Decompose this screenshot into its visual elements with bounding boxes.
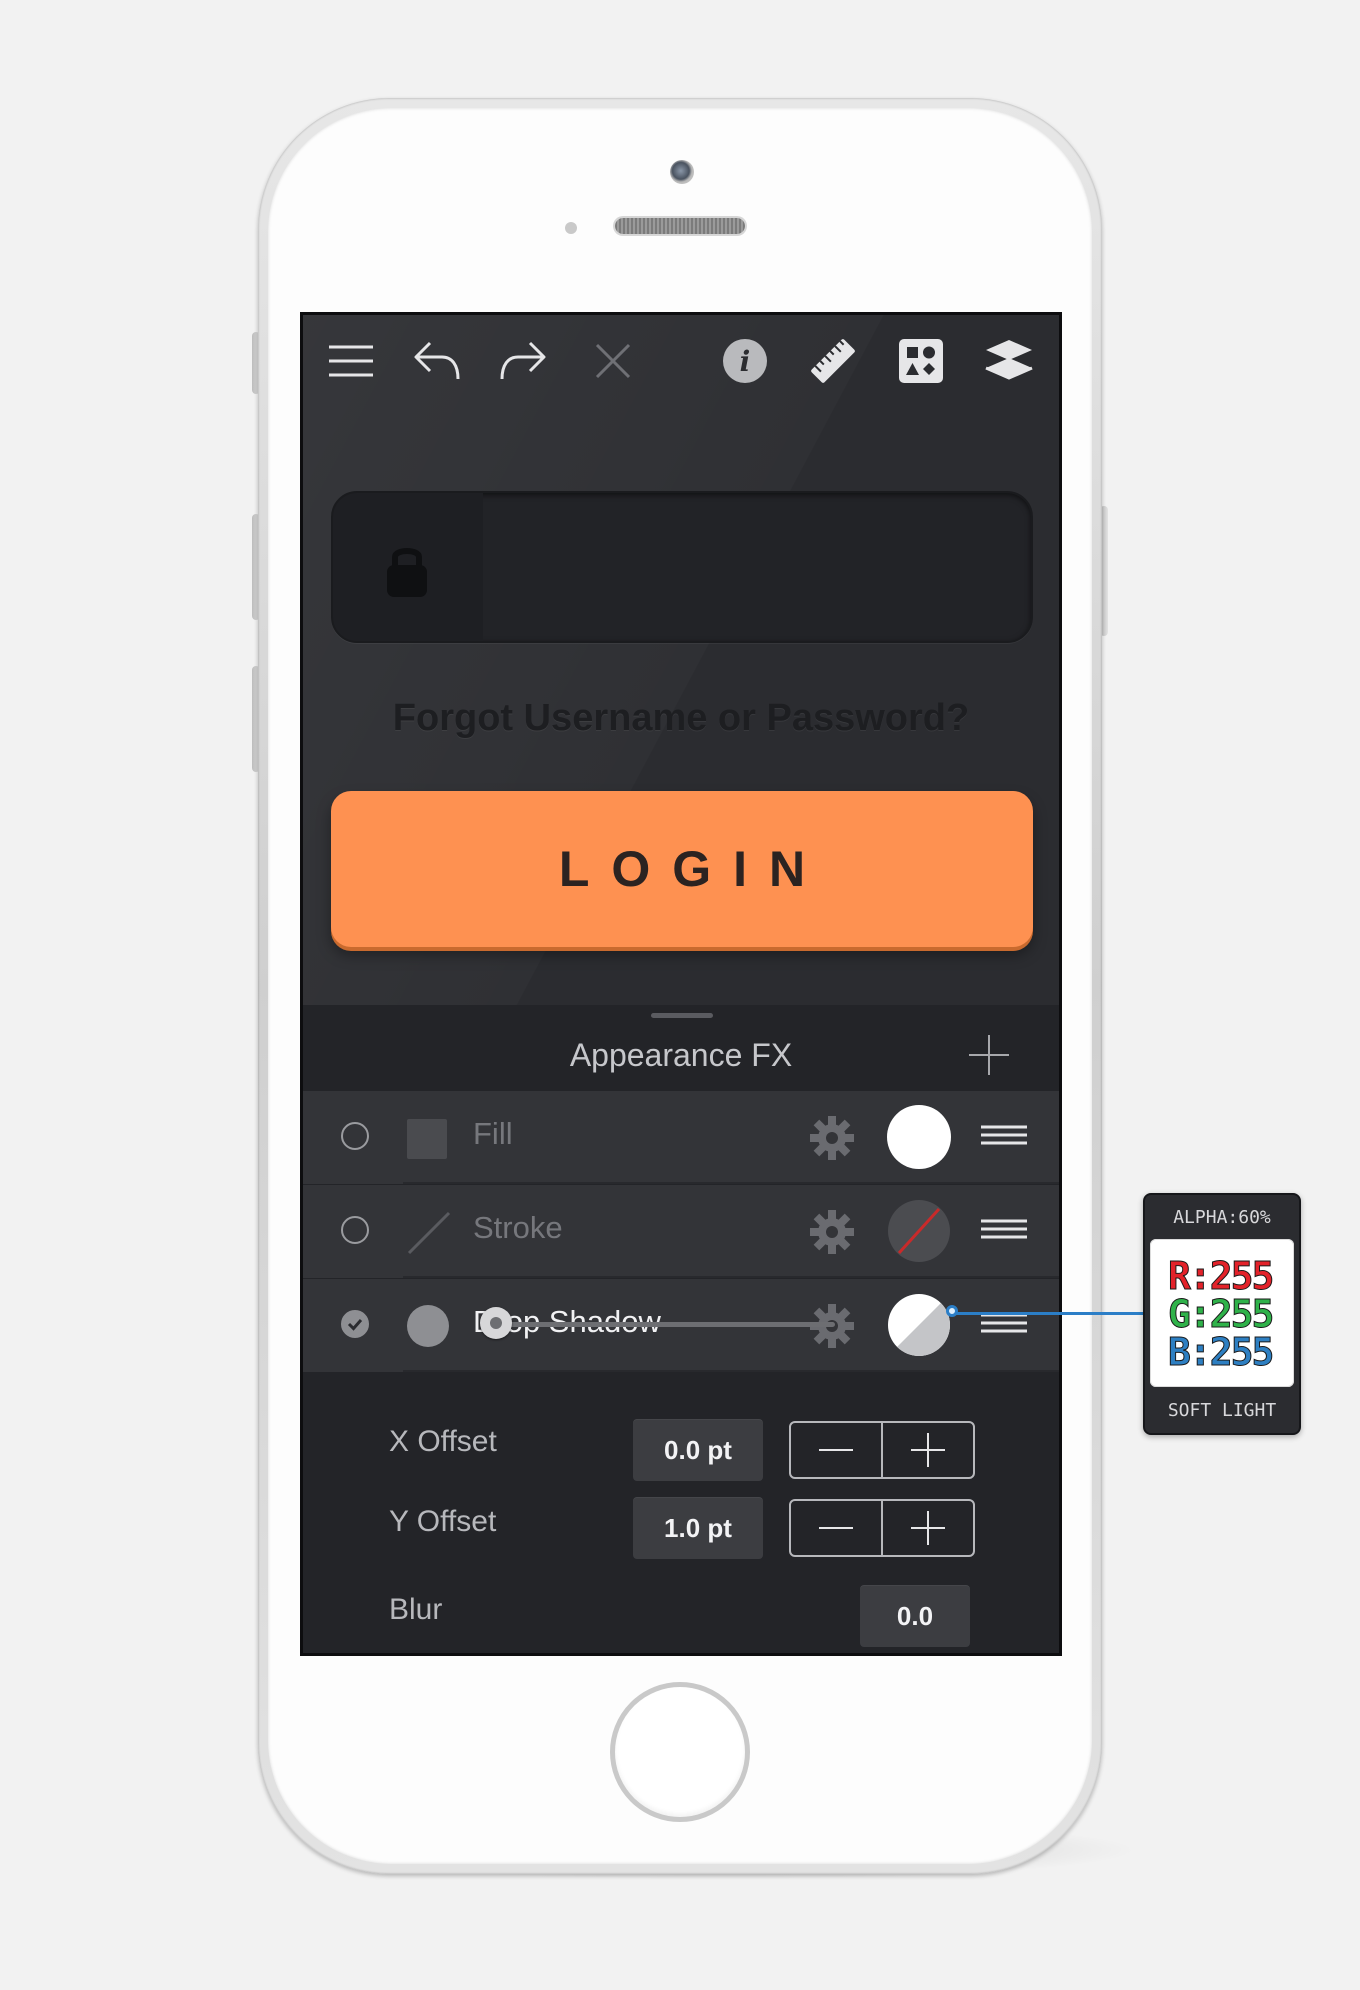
blur-slider-knob[interactable] — [480, 1307, 512, 1339]
undo-icon[interactable] — [409, 333, 465, 389]
blur-slider-track[interactable] — [495, 1322, 835, 1327]
y-offset-stepper — [789, 1499, 975, 1557]
blur-value[interactable]: 0.0 — [860, 1585, 970, 1647]
effect-row-fill[interactable]: Fill — [303, 1091, 1059, 1184]
gear-icon[interactable] — [809, 1209, 855, 1260]
x-offset-stepper — [789, 1421, 975, 1479]
red-value: R:255 — [1167, 1254, 1274, 1298]
menu-icon[interactable] — [323, 333, 379, 389]
redo-icon[interactable] — [495, 333, 551, 389]
ruler-icon[interactable] — [805, 333, 861, 389]
color-callout-line — [955, 1312, 1145, 1315]
layers-icon[interactable] — [981, 333, 1037, 389]
effect-label: Stroke — [473, 1210, 563, 1245]
reorder-handle-icon[interactable] — [981, 1217, 1027, 1246]
screen-gloss — [303, 315, 1059, 1075]
panel-grabber[interactable] — [651, 1013, 713, 1018]
alpha-readout: ALPHA:60% — [1173, 1207, 1271, 1228]
forgot-credentials-link[interactable]: Forgot Username or Password? — [303, 697, 1059, 740]
reorder-handle-icon[interactable] — [981, 1311, 1027, 1340]
gear-icon[interactable] — [809, 1115, 855, 1166]
shadow-color-callout: ALPHA:60% R:255 G:255 B:255 SOFT LIGHT — [1143, 1193, 1301, 1435]
toolbar: i — [303, 315, 1059, 407]
x-offset-increment-button[interactable] — [881, 1423, 973, 1477]
lock-icon — [385, 541, 429, 604]
info-icon[interactable]: i — [717, 333, 773, 389]
effect-row-stroke[interactable]: Stroke — [303, 1185, 1059, 1278]
blue-value: B:255 — [1167, 1330, 1274, 1374]
app-screen: i Forgot Username or Password? LOGIN App… — [300, 312, 1062, 1656]
green-value: G:255 — [1167, 1292, 1274, 1336]
effect-label: Fill — [473, 1116, 513, 1151]
color-callout-dot — [946, 1305, 958, 1317]
stroke-line-icon — [407, 1211, 451, 1260]
fill-toggle[interactable] — [341, 1122, 369, 1150]
shadow-color-swatch[interactable] — [887, 1293, 951, 1357]
gear-icon[interactable] — [809, 1303, 855, 1354]
row-divider — [403, 1370, 1059, 1372]
color-readout-panel: R:255 G:255 B:255 — [1150, 1239, 1294, 1387]
drop-shadow-toggle[interactable] — [341, 1310, 369, 1338]
row-divider — [403, 1182, 1059, 1184]
stroke-toggle[interactable] — [341, 1216, 369, 1244]
shadow-circle-icon — [407, 1305, 449, 1347]
shapes-icon[interactable] — [893, 333, 949, 389]
fill-square-icon — [407, 1119, 447, 1159]
blend-mode-readout: SOFT LIGHT — [1167, 1400, 1277, 1421]
panel-title: Appearance FX — [569, 1037, 793, 1073]
y-offset-label: Y Offset — [389, 1505, 497, 1538]
svg-text:i: i — [740, 345, 751, 378]
add-effect-button[interactable] — [967, 1033, 1011, 1082]
fill-color-swatch[interactable] — [887, 1105, 951, 1169]
home-button — [610, 1682, 750, 1822]
blur-label: Blur — [389, 1593, 443, 1626]
row-divider — [403, 1276, 1059, 1278]
earpiece-speaker — [615, 218, 745, 234]
close-icon[interactable] — [585, 333, 641, 389]
y-offset-value[interactable]: 1.0 pt — [633, 1497, 763, 1559]
x-offset-value[interactable]: 0.0 pt — [633, 1419, 763, 1481]
front-camera — [670, 160, 694, 184]
y-offset-decrement-button[interactable] — [791, 1501, 881, 1555]
x-offset-decrement-button[interactable] — [791, 1423, 881, 1477]
proximity-sensor — [565, 222, 577, 234]
appearance-fx-panel: Appearance FX Fill Stroke X Offset 0.0 p… — [303, 1005, 1059, 1653]
login-button[interactable]: LOGIN — [331, 791, 1033, 947]
stroke-none-swatch[interactable] — [887, 1199, 951, 1263]
x-offset-label: X Offset — [389, 1425, 497, 1458]
password-field[interactable] — [331, 491, 1033, 643]
reorder-handle-icon[interactable] — [981, 1123, 1027, 1152]
y-offset-increment-button[interactable] — [881, 1501, 973, 1555]
